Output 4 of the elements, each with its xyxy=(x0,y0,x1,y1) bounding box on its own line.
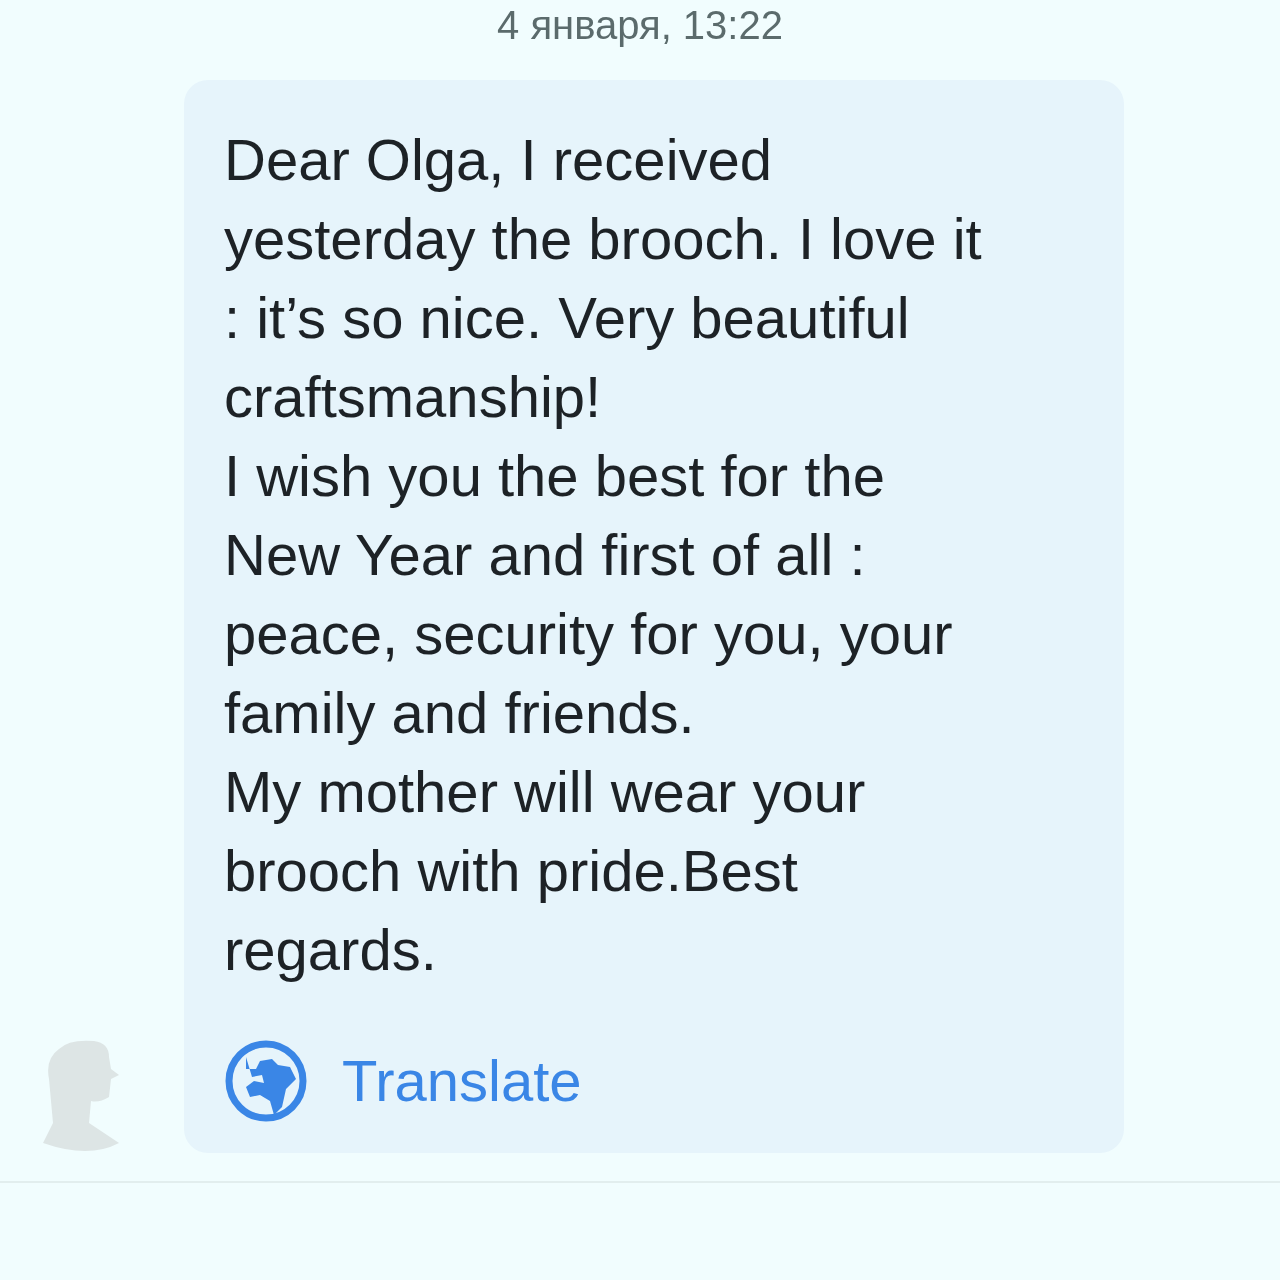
date-header: 4 января, 13:22 xyxy=(497,2,783,49)
translate-button[interactable]: Translate xyxy=(224,1039,582,1123)
message-text: Dear Olga, I received yesterday the brooch. I love it : it’s so nice. Very beautiful craftsmanship! I wish you the best for the New Year and first of all : peace, security for you, your family and friends. My mother will wear your brooch with pride.Best regards. xyxy=(224,126,983,984)
globe-icon xyxy=(224,1039,308,1123)
